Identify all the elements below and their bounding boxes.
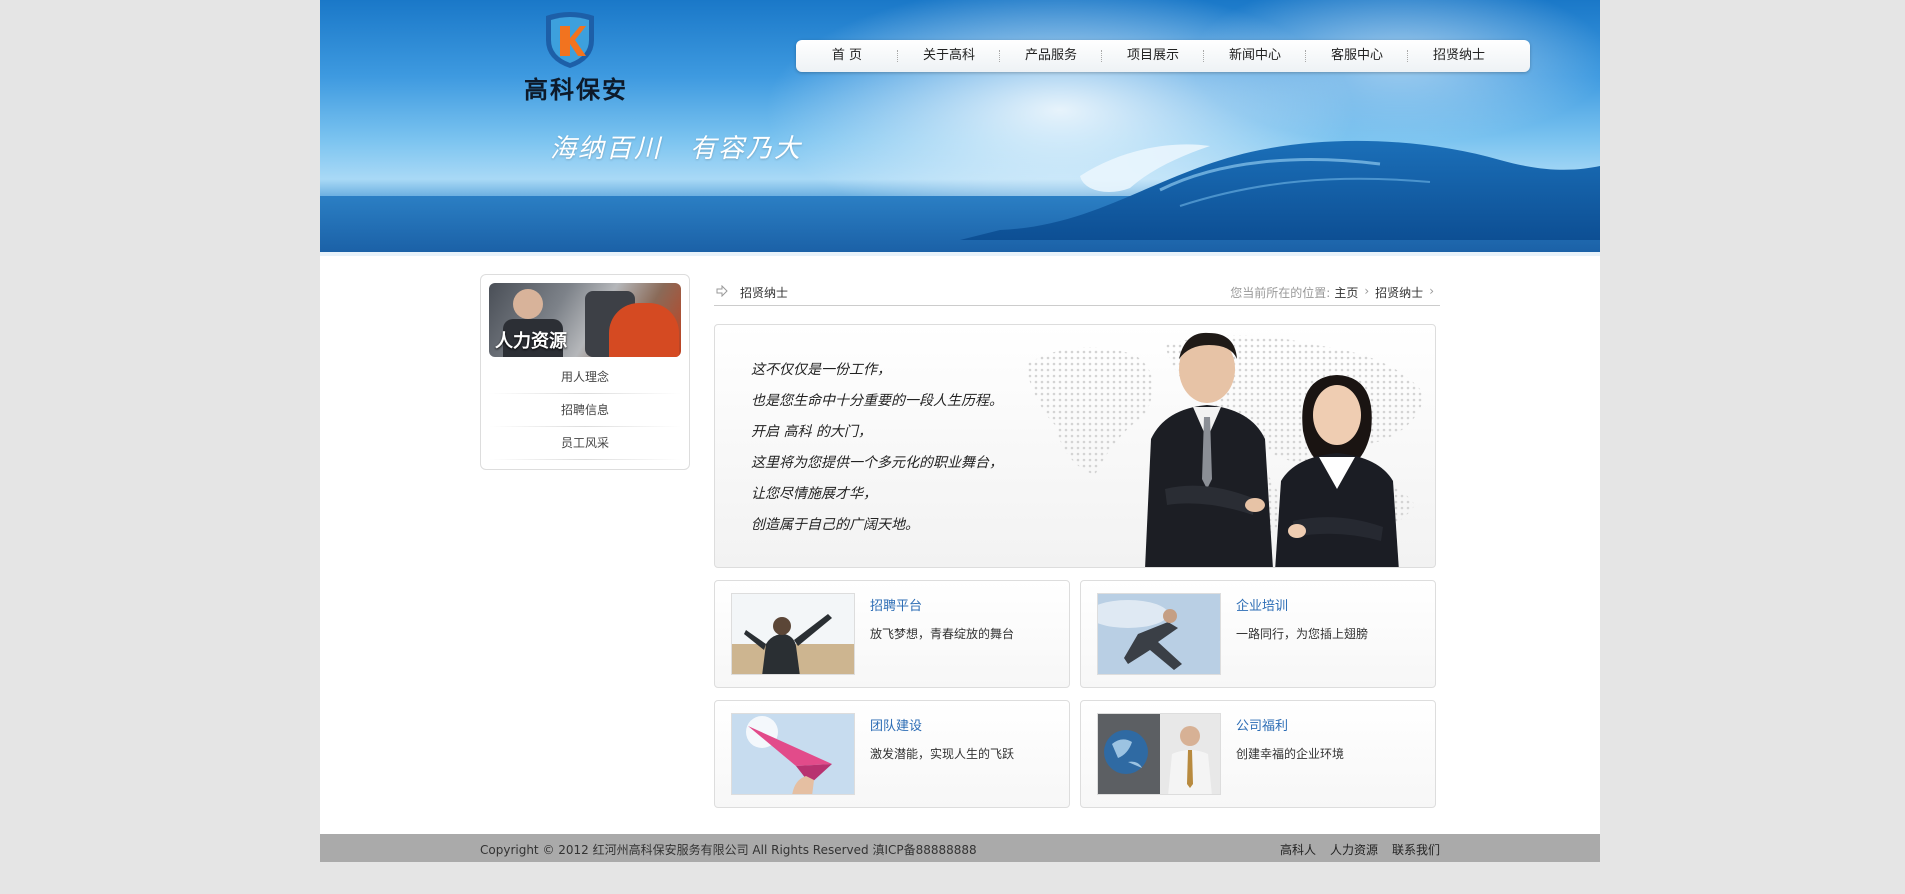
card-desc: 创建幸福的企业环境	[1236, 747, 1345, 761]
location-label: 您当前所在的位置:	[1230, 286, 1331, 300]
nav-item-products[interactable]: 产品服务	[1000, 40, 1102, 72]
nav-item-projects[interactable]: 项目展示	[1102, 40, 1204, 72]
breadcrumb: 招贤纳士 您当前所在的位置: 主页 › 招贤纳士 ›	[714, 278, 1440, 306]
nav-item-home[interactable]: 首 页	[796, 40, 898, 72]
hero-line: 让您尽情施展才华，	[751, 486, 877, 502]
chevron-right-icon: ›	[1429, 284, 1434, 298]
arrow-right-icon	[716, 285, 728, 297]
footer-link-contact[interactable]: 联系我们	[1392, 841, 1440, 858]
card-title[interactable]: 团队建设	[870, 715, 922, 734]
location-trail: 您当前所在的位置: 主页 › 招贤纳士 ›	[1230, 284, 1436, 301]
card-recruitment-platform[interactable]: 招聘平台 放飞梦想，青春绽放的舞台	[714, 580, 1070, 688]
sidebar-item-staff[interactable]: 员工风采	[489, 427, 681, 460]
card-desc: 放飞梦想，青春绽放的舞台	[870, 627, 1015, 641]
sidebar-title: 人力资源	[495, 331, 567, 352]
shield-logo-icon	[546, 12, 594, 68]
paper-plane-photo	[731, 713, 855, 795]
page: 高科保安 海纳百川 有容乃大 首 页 关于高科 产品服务 项目展示 新闻中心 客…	[320, 0, 1600, 862]
hero-line: 也是您生命中十分重要的一段人生历程。	[751, 393, 1003, 409]
man-with-globe-photo	[1097, 713, 1221, 795]
nav-item-careers[interactable]: 招贤纳士	[1408, 40, 1510, 72]
card-welfare[interactable]: 公司福利 创建幸福的企业环境	[1080, 700, 1436, 808]
card-title[interactable]: 公司福利	[1236, 715, 1288, 734]
sidebar-item-philosophy[interactable]: 用人理念	[489, 361, 681, 394]
card-team-building[interactable]: 团队建设 激发潜能，实现人生的飞跃	[714, 700, 1070, 808]
card-title[interactable]: 招聘平台	[870, 595, 922, 614]
sidebar-item-recruitment[interactable]: 招聘信息	[489, 394, 681, 427]
footer-link-hr[interactable]: 人力资源	[1330, 841, 1378, 858]
sidebar: 人力资源 用人理念 招聘信息 员工风采	[480, 274, 690, 470]
nav-item-about[interactable]: 关于高科	[898, 40, 1000, 72]
man-waving-photo	[731, 593, 855, 675]
card-desc: 激发潜能，实现人生的飞跃	[870, 747, 1015, 761]
nav-item-service[interactable]: 客服中心	[1306, 40, 1408, 72]
hero-text: 这不仅仅是一份工作， 也是您生命中十分重要的一段人生历程。 开启 高科 的大门，…	[751, 355, 1003, 541]
breadcrumb-current-link[interactable]: 招贤纳士	[1375, 284, 1423, 301]
brand-name: 高科保安	[524, 76, 628, 104]
card-desc: 一路同行，为您插上翅膀	[1236, 627, 1369, 641]
hero-line: 这不仅仅是一份工作，	[751, 362, 891, 378]
main-nav: 首 页 关于高科 产品服务 项目展示 新闻中心 客服中心 招贤纳士	[796, 40, 1530, 72]
logo[interactable]: 高科保安	[516, 10, 636, 104]
hero-line: 创造属于自己的广阔天地。	[751, 517, 919, 533]
footer: Copyright © 2012 红河州高科保安服务有限公司 All Right…	[320, 834, 1600, 862]
chevron-right-icon: ›	[1364, 284, 1370, 298]
hero-line: 开启 高科 的大门，	[751, 424, 872, 440]
wave-illustration	[960, 140, 1600, 240]
man-leaping-photo	[1097, 593, 1221, 675]
section-title: 招贤纳士	[740, 286, 789, 300]
footer-link-people[interactable]: 高科人	[1280, 841, 1316, 858]
copyright: Copyright © 2012 红河州高科保安服务有限公司 All Right…	[480, 843, 977, 857]
careers-hero: 这不仅仅是一份工作， 也是您生命中十分重要的一段人生历程。 开启 高科 的大门，…	[714, 324, 1436, 568]
hero-line: 这里将为您提供一个多元化的职业舞台，	[751, 455, 1003, 471]
businessman-photo	[1145, 332, 1273, 567]
header-banner: 高科保安 海纳百川 有容乃大 首 页 关于高科 产品服务 项目展示 新闻中心 客…	[320, 0, 1600, 256]
card-title[interactable]: 企业培训	[1236, 595, 1288, 614]
sidebar-menu: 用人理念 招聘信息 员工风采	[489, 361, 681, 460]
footer-links: 高科人 人力资源 联系我们	[1280, 841, 1440, 858]
breadcrumb-home-link[interactable]: 主页	[1334, 284, 1358, 301]
handshake-photo: 人力资源	[489, 283, 681, 357]
slogan: 海纳百川 有容乃大	[550, 134, 803, 164]
card-training[interactable]: 企业培训 一路同行，为您插上翅膀	[1080, 580, 1436, 688]
nav-item-news[interactable]: 新闻中心	[1204, 40, 1306, 72]
businesswoman-photo	[1275, 375, 1399, 567]
